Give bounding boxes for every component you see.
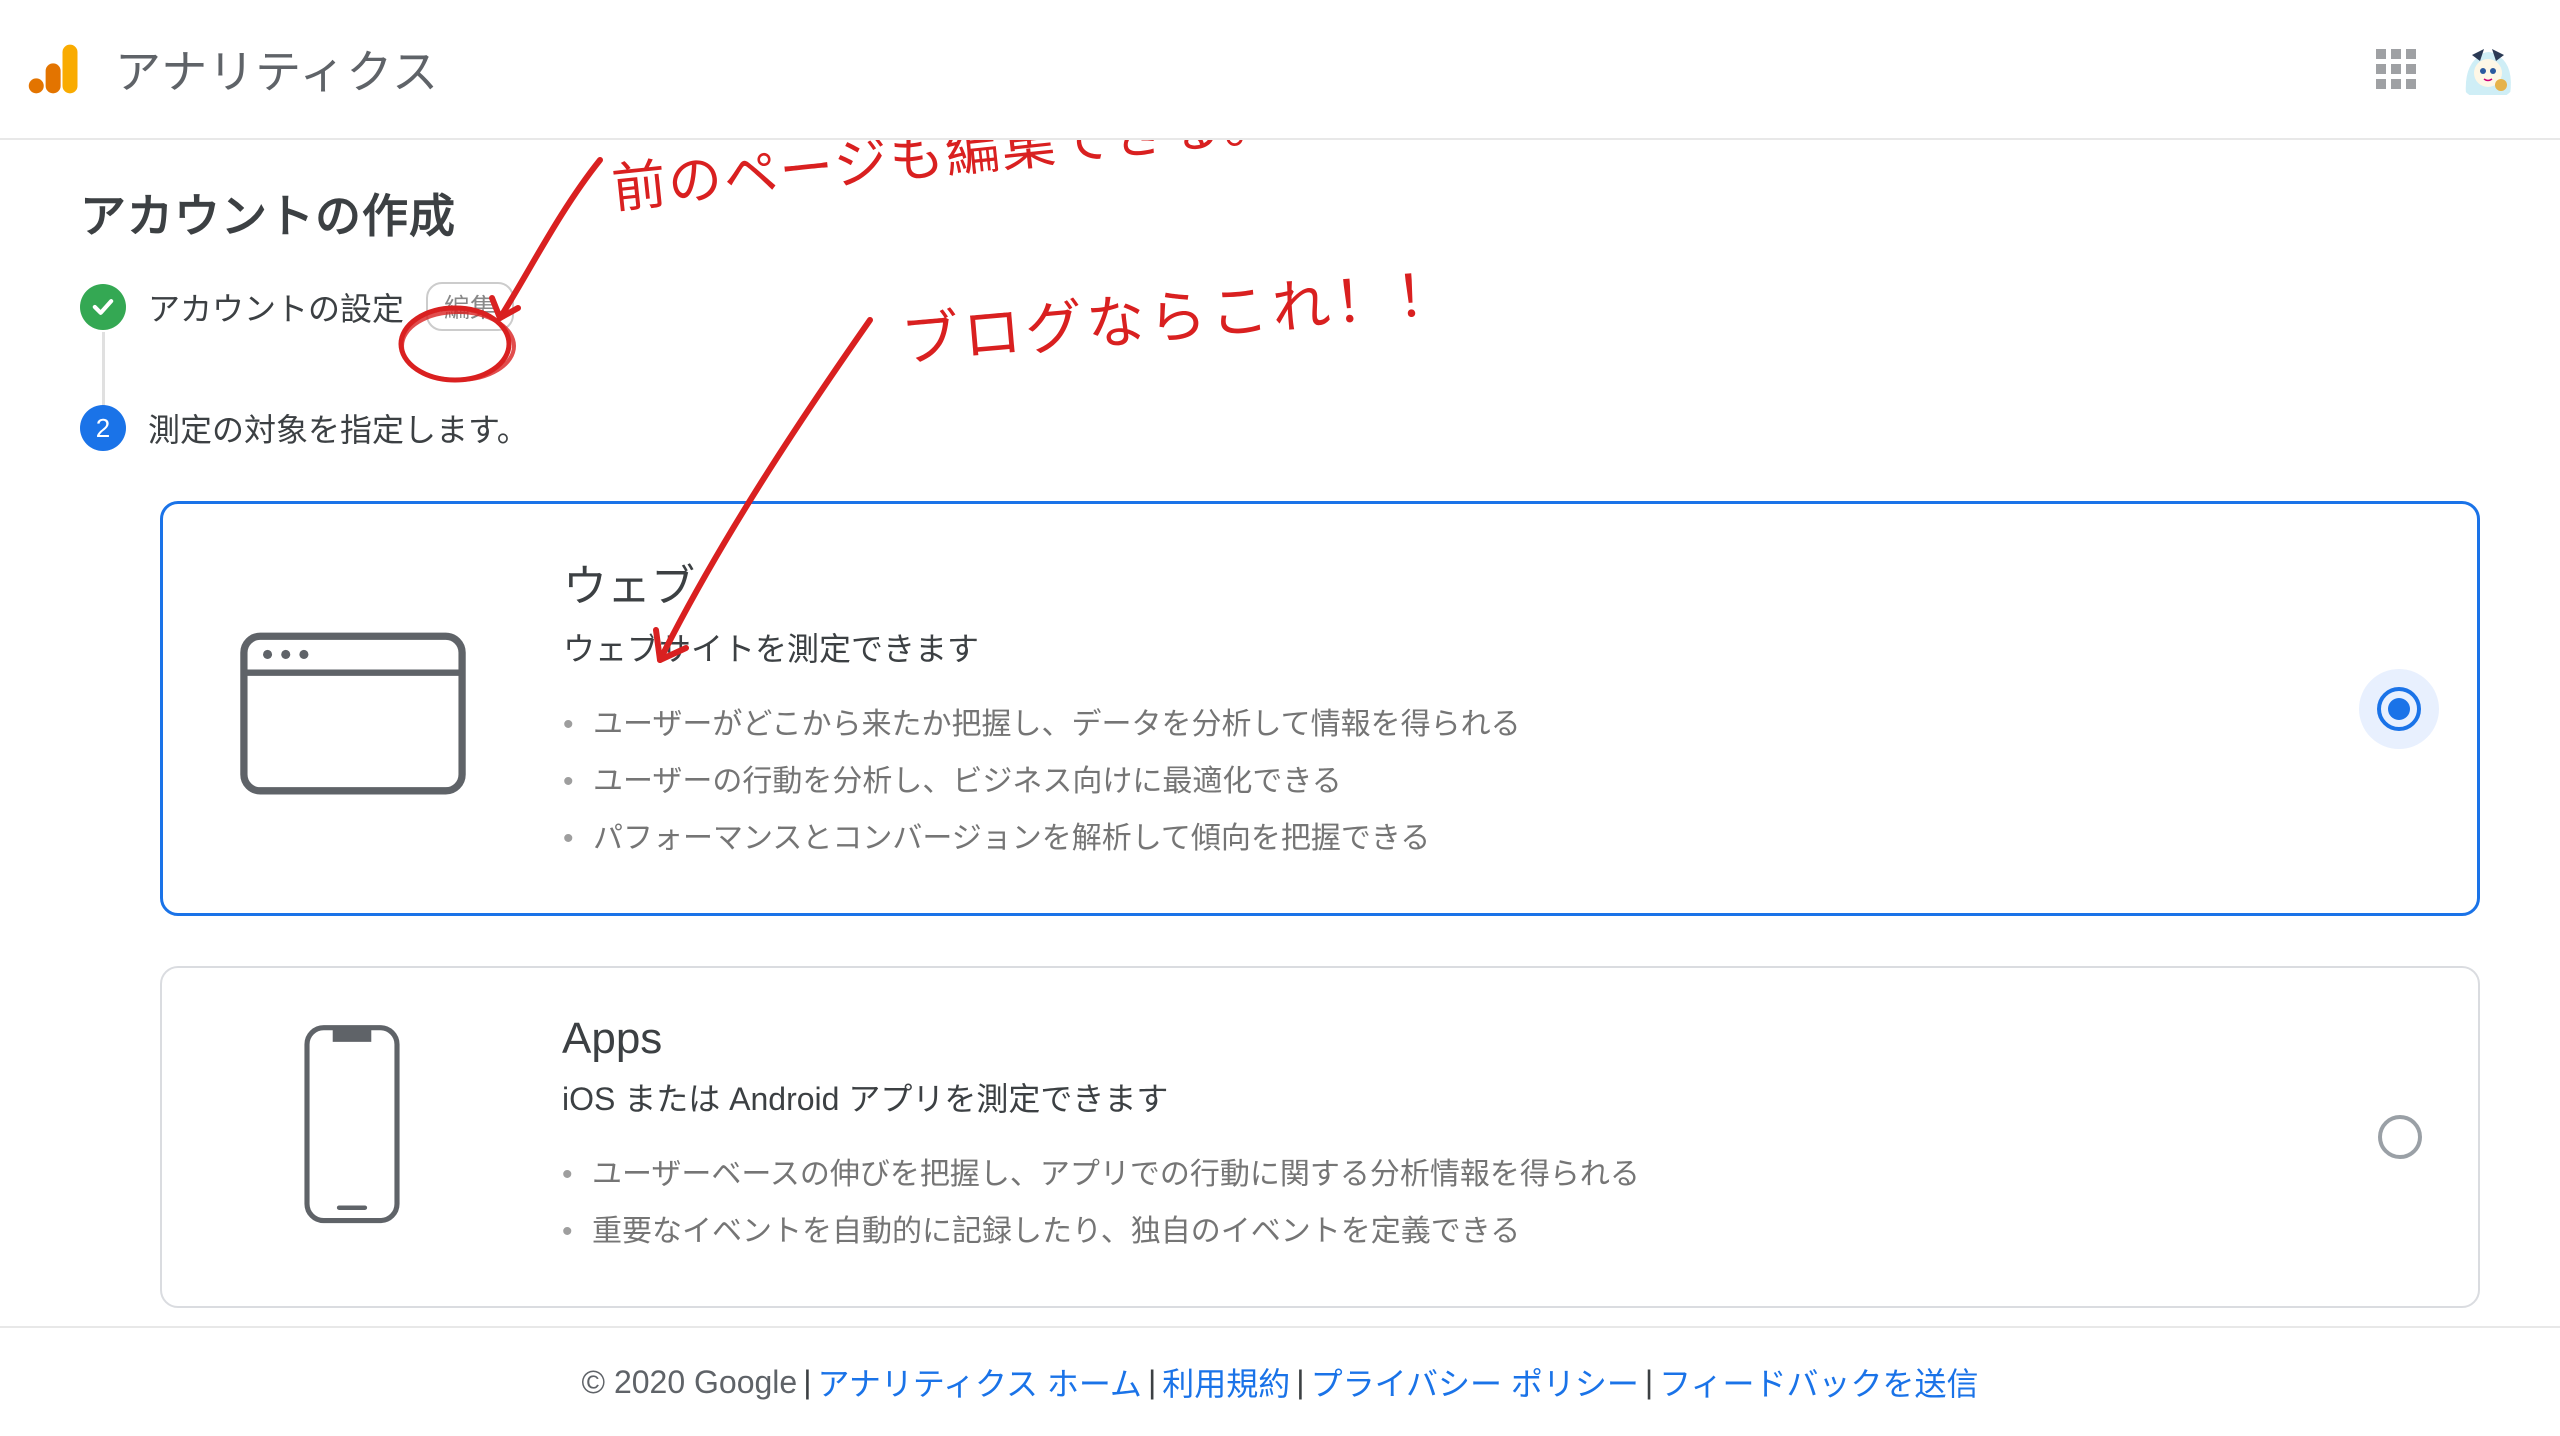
footer: © 2020 Google | アナリティクス ホーム | 利用規約 | プライ… — [0, 1326, 2560, 1436]
footer-copyright: © 2020 Google — [581, 1364, 797, 1401]
user-avatar[interactable] — [2456, 37, 2520, 101]
stepper: アカウントの設定 編集 2 測定の対象を指定します。 — [80, 282, 2480, 451]
option-apps-title: Apps — [562, 1014, 2418, 1064]
option-apps-bullet: ユーザーベースの伸びを把握し、アプリでの行動に関する分析情報を得られる — [562, 1146, 2418, 1203]
analytics-logo-icon — [25, 39, 85, 99]
step-1: アカウントの設定 編集 — [80, 282, 2480, 331]
option-apps-subtitle: iOS または Android アプリを測定できます — [562, 1074, 2418, 1120]
step-2-number: 2 — [80, 405, 126, 451]
option-apps-bullet: 重要なイベントを自動的に記録したり、独自のイベントを定義できる — [562, 1203, 2418, 1260]
step-1-label: アカウントの設定 — [148, 284, 404, 330]
footer-link-home[interactable]: アナリティクス ホーム — [818, 1359, 1142, 1405]
app-header: アナリティクス — [0, 0, 2560, 140]
footer-link-feedback[interactable]: フィードバックを送信 — [1659, 1359, 1978, 1405]
app-title: アナリティクス — [115, 36, 439, 102]
option-apps-body: Apps iOS または Android アプリを測定できます ユーザーベースの… — [562, 1014, 2418, 1260]
option-web-title: ウェブ — [563, 550, 2417, 614]
option-web-bullet: パフォーマンスとコンバージョンを解析して傾向を把握できる — [563, 810, 2417, 867]
page-title: アカウントの作成 — [80, 180, 2480, 246]
main-content: アカウントの作成 アカウントの設定 編集 2 測定の対象を指定します。 — [0, 140, 2560, 1326]
option-web-body: ウェブ ウェブサイトを測定できます ユーザーがどこから来たか把握し、データを分析… — [563, 550, 2417, 867]
edit-button[interactable]: 編集 — [426, 282, 514, 331]
option-web[interactable]: ウェブ ウェブサイトを測定できます ユーザーがどこから来たか把握し、データを分析… — [160, 501, 2480, 916]
option-web-subtitle: ウェブサイトを測定できます — [563, 624, 2417, 670]
apps-grid-icon[interactable] — [2376, 49, 2416, 89]
step-2: 2 測定の対象を指定します。 — [80, 405, 2480, 451]
option-web-bullet: ユーザーの行動を分析し、ビジネス向けに最適化できる — [563, 753, 2417, 810]
check-icon — [80, 284, 126, 330]
browser-window-icon — [223, 599, 483, 819]
option-apps[interactable]: Apps iOS または Android アプリを測定できます ユーザーベースの… — [160, 966, 2480, 1308]
measurement-options: ウェブ ウェブサイトを測定できます ユーザーがどこから来たか把握し、データを分析… — [160, 501, 2480, 1308]
footer-link-terms[interactable]: 利用規約 — [1162, 1359, 1290, 1405]
radio-apps[interactable] — [2378, 1115, 2422, 1159]
option-web-bullet: ユーザーがどこから来たか把握し、データを分析して情報を得られる — [563, 696, 2417, 753]
brand: アナリティクス — [25, 36, 439, 102]
radio-web[interactable] — [2377, 687, 2421, 731]
footer-link-privacy[interactable]: プライバシー ポリシー — [1311, 1359, 1639, 1405]
step-2-label: 測定の対象を指定します。 — [148, 405, 529, 451]
step-connector — [102, 332, 105, 408]
phone-icon — [222, 1027, 482, 1247]
